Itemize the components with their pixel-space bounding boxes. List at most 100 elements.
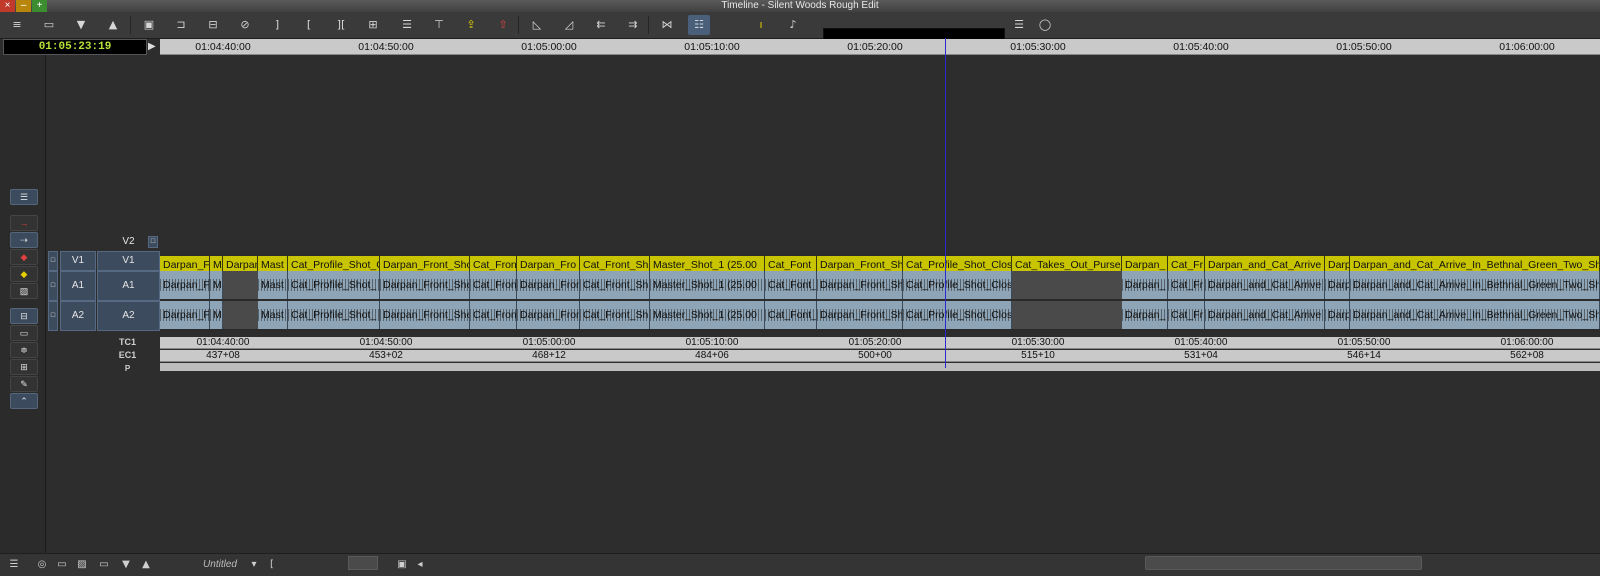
a2-audio-clip[interactable]: Darpan_Fron <box>517 301 580 329</box>
ruler-tick: 01:05:30:00 <box>1010 41 1066 53</box>
position-indicator[interactable] <box>945 38 946 368</box>
target-icon[interactable]: ◎ <box>34 558 50 572</box>
a1-audio-clip[interactable]: Darpan_ <box>1122 271 1168 299</box>
a1-audio-clip[interactable]: Darpan_Front_She <box>380 271 470 299</box>
a1-audio-clip[interactable]: Cat_Font_ <box>765 271 817 299</box>
a2-audio-clip[interactable]: Cat_Fron <box>470 301 517 329</box>
a1-audio-clip[interactable]: Darpan_Fron <box>160 271 210 299</box>
play-arrow-icon[interactable]: ▶ <box>148 39 158 55</box>
a2-audio-clip[interactable]: Darpan_Front_Sh <box>817 301 903 329</box>
monitor-mode-icon[interactable]: ⊟ <box>10 308 38 324</box>
segment-mode-icon[interactable]: ◺ <box>526 15 548 35</box>
a2-audio-clip[interactable]: Cat_Profile_Shot_ <box>288 301 380 329</box>
v2-lock-icon[interactable]: □ <box>148 236 158 248</box>
a1-audio-clip[interactable]: Darpan_Front_Sh <box>817 271 903 299</box>
v1-source-track[interactable]: V1 <box>60 251 96 271</box>
mark-in-icon[interactable]: [ <box>298 15 320 35</box>
record-indicator-icon[interactable]: ı <box>750 15 772 35</box>
slider-settings-icon[interactable]: ≑ <box>10 342 38 358</box>
collapse-down-icon[interactable]: ▼ <box>118 558 134 572</box>
track-list-icon[interactable]: ☰ <box>10 189 38 205</box>
clear-marks-icon[interactable]: ⊘ <box>234 15 256 35</box>
a1-audio-clip[interactable]: Cat_Front_Sh <box>580 271 650 299</box>
track-settings-icon[interactable]: ≡ <box>6 15 28 35</box>
a2-audio-clip[interactable]: Darpan_Fron <box>160 301 210 329</box>
a2-audio-clip[interactable]: Cat_Fr <box>1168 301 1205 329</box>
grid-icon[interactable]: ⊞ <box>10 359 38 375</box>
clip-display-icon[interactable]: ▭ <box>10 325 38 341</box>
a2-audio-clip[interactable]: Darp <box>1325 301 1350 329</box>
splice-icon[interactable]: ☰ <box>396 15 418 35</box>
a2-audio-clip[interactable]: M <box>210 301 223 329</box>
horizontal-scrollbar-thumb[interactable] <box>1145 556 1422 570</box>
a2-audio-clip[interactable]: Cat_Front_Sh <box>580 301 650 329</box>
extract-icon[interactable]: ⇪ <box>460 15 482 35</box>
lift-icon[interactable]: ⊟ <box>202 15 224 35</box>
mark-in-out-icon[interactable]: ⊐ <box>170 15 192 35</box>
a2-audio-clip[interactable]: Darpan_and_Cat_Arrive <box>1205 301 1325 329</box>
white-arrow-icon[interactable]: ⇢ <box>10 232 38 248</box>
a1-audio-clip[interactable]: Darp <box>1325 271 1350 299</box>
a2-audio-clip[interactable]: Master_Shot_1 (25.00 <box>650 301 765 329</box>
trim-mode-icon[interactable]: ⊞ <box>362 15 384 35</box>
v1-record-track[interactable]: V1 <box>97 251 160 271</box>
yellow-segment-icon[interactable]: ◆ <box>10 266 38 282</box>
a1-audio-clip[interactable]: Cat_Fr <box>1168 271 1205 299</box>
monitor-display-icon[interactable]: ▭ <box>96 558 112 572</box>
a1-audio-clip[interactable]: Darpan_and_Cat_Arrive <box>1205 271 1325 299</box>
zoom-slider-thumb[interactable] <box>348 556 378 570</box>
red-arrow-icon[interactable]: → <box>10 215 38 231</box>
mark-clip-icon[interactable]: ▣ <box>138 15 160 35</box>
jump-forward-icon[interactable]: ⇉ <box>622 15 644 35</box>
a1-audio-clip[interactable]: Darpan_and_Cat_Arrive_In_Bethnal_Green_T… <box>1350 271 1600 299</box>
a1-audio-clip[interactable]: Cat_Profile_Shot_ <box>288 271 380 299</box>
timeline-view-icon[interactable]: ☷ <box>688 15 710 35</box>
timeline-menu-icon[interactable]: ☰ <box>6 558 22 572</box>
zoom-left-bracket-icon[interactable]: [ <box>264 558 280 572</box>
a2-audio-clip[interactable]: Darpan_Front_She <box>380 301 470 329</box>
record-circle-icon[interactable]: ◯ <box>1034 15 1056 35</box>
toolbar-divider <box>518 16 519 34</box>
a2-audio-clip[interactable]: Mast <box>258 301 288 329</box>
scroll-left-icon[interactable]: ◂ <box>412 558 428 572</box>
a2-record-track[interactable]: A2 <box>97 301 160 331</box>
mark-out-icon[interactable]: ] <box>266 15 288 35</box>
a2-audio-clip[interactable]: Darpan_ <box>1122 301 1168 329</box>
a1-monitor-icon[interactable]: □ <box>48 271 58 301</box>
image-icon[interactable]: ▨ <box>10 283 38 299</box>
mark-clip-boundary-icon[interactable]: ][ <box>330 15 352 35</box>
step-up-icon[interactable]: ▲ <box>102 15 124 35</box>
a2-monitor-icon[interactable]: □ <box>48 301 58 331</box>
a1-audio-clip[interactable]: Cat_Profile_Shot_Clos <box>903 271 1012 299</box>
zoom-box-icon[interactable]: ▣ <box>394 558 410 572</box>
a1-audio-clip[interactable]: Cat_Fron <box>470 271 517 299</box>
timeline-ruler[interactable]: 01:04:40:00 01:04:50:00 01:05:00:00 01:0… <box>160 39 1600 55</box>
lift-red-icon[interactable]: ⇧ <box>492 15 514 35</box>
a1-audio-clip[interactable]: M <box>210 271 223 299</box>
red-segment-icon[interactable]: ◆ <box>10 249 38 265</box>
step-down-icon[interactable]: ▼ <box>70 15 92 35</box>
a1-audio-clip[interactable]: Darpan_Fron <box>517 271 580 299</box>
a1-source-track[interactable]: A1 <box>60 271 96 301</box>
overwrite-icon[interactable]: ⊤ <box>428 15 450 35</box>
image-display-icon[interactable]: ▨ <box>74 558 90 572</box>
a2-audio-clip[interactable]: Cat_Font_ <box>765 301 817 329</box>
sequence-dropdown-icon[interactable]: ▾ <box>246 558 262 572</box>
monitor-icon[interactable]: ▭ <box>38 15 60 35</box>
jump-back-icon[interactable]: ⇇ <box>590 15 612 35</box>
a2-audio-clip[interactable]: Cat_Profile_Shot_Clos <box>903 301 1012 329</box>
sync-lock-icon[interactable]: ⌃ <box>10 393 38 409</box>
a1-audio-clip[interactable]: Mast <box>258 271 288 299</box>
a1-audio-clip[interactable]: Master_Shot_1 (25.00 <box>650 271 765 299</box>
expand-up-icon[interactable]: ▲ <box>138 558 154 572</box>
video-display-icon[interactable]: ▭ <box>54 558 70 572</box>
slip-mode-icon[interactable]: ◿ <box>558 15 580 35</box>
speaker-icon[interactable]: ♪ <box>782 15 804 35</box>
menu-list-icon[interactable]: ☰ <box>1008 15 1030 35</box>
a2-source-track[interactable]: A2 <box>60 301 96 331</box>
v1-monitor-icon[interactable]: □ <box>48 251 58 271</box>
add-edit-icon[interactable]: ⋈ <box>656 15 678 35</box>
a2-audio-clip[interactable]: Darpan_and_Cat_Arrive_In_Bethnal_Green_T… <box>1350 301 1600 329</box>
pencil-icon[interactable]: ✎ <box>10 376 38 392</box>
a1-record-track[interactable]: A1 <box>97 271 160 301</box>
